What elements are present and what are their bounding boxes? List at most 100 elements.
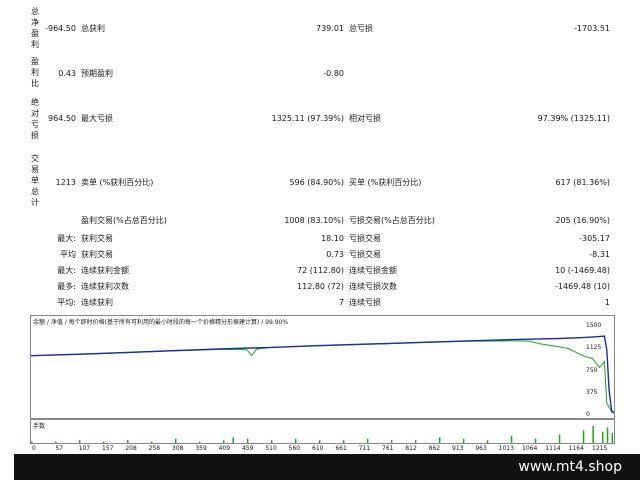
average-loss-value: -8.31 [589,250,610,259]
max-consec-wins-label: 连续获利金额 [81,266,129,275]
x-tick-label: 862 [428,445,441,452]
max-drawdown-value: 1325.11 (97.39%) [271,114,344,123]
x-tick-label: 409 [218,445,231,452]
gross-loss-value: -1703.51 [574,24,610,33]
largest-loss-value: -305.17 [579,234,610,243]
most-consec-prefix: 最多: [57,282,76,291]
volume-bar [342,440,345,443]
volume-bar [462,438,465,444]
long-positions-label: 买单 (%获利百分比) [349,178,422,187]
x-tick-label: 963 [475,445,487,452]
series-line-equity [30,340,615,414]
short-positions-value: 596 (84.90%) [289,178,344,187]
average-profit-value: 0.73 [326,250,344,259]
volume-bar [232,437,234,443]
x-tick-label: 812 [405,445,417,452]
expected-payoff-label: 预期盈利 [81,69,113,78]
x-tick-label: 560 [288,445,301,452]
x-tick-label: 913 [452,445,464,452]
x-tick-label: 761 [382,445,394,452]
volume-bar [611,433,614,443]
series-line-balance [30,335,615,414]
x-tick-label: 510 [265,445,277,452]
volume-bar [582,430,585,444]
average-profit-label: 获利交易 [81,250,113,259]
volume-bar [318,440,321,443]
x-tick-label: 1215 [592,445,608,452]
volume-bar [390,440,393,443]
max-drawdown-label: 最大亏损 [81,114,113,123]
most-consec-losses-value: -1469.48 (10) [555,282,610,291]
balance-equity-chart-svg [30,335,615,414]
x-tick-label: 208 [125,445,137,452]
volume-bar [558,434,561,443]
footer-bar: www.mt4.shop [14,454,640,480]
volume-bar [534,438,537,444]
volume-bar [414,440,417,443]
gross-loss-label: 总亏损 [349,24,373,33]
drawdown-side-label: 绝对亏损 [31,98,39,140]
largest-profit-value: 18.10 [321,234,344,243]
profit-trades-value: 1008 (83.10%) [284,216,344,225]
trades-side-label: 交易单总计 [31,154,39,207]
x-tick-label: 661 [335,445,347,452]
avg-consec-losses-label: 连续亏损 [349,298,381,307]
relative-drawdown-value: 97.39% (1325.11) [537,114,610,123]
volume-bar [222,440,225,443]
volume-bar [486,440,489,443]
max-consec-losses-label: 连续亏损金额 [349,266,397,275]
volume-bar [175,438,177,444]
max-consec-prefix: 最大: [57,266,76,275]
x-tick-label: 57 [55,445,63,452]
expected-payoff-value: -0.80 [323,69,344,78]
loss-trades-value: 205 (16.90%) [555,216,610,225]
volume-bar [438,437,441,443]
absolute-drawdown-value: 964.50 [48,114,76,123]
volume-bar [31,441,33,443]
volume-bar [606,427,609,443]
x-tick-label: 157 [102,445,114,452]
site-watermark[interactable]: www.mt4.shop [518,459,622,475]
x-tick-label: 258 [148,445,161,452]
volume-bar [127,440,129,443]
x-tick-label: 1164 [568,445,584,452]
y-tick-label: 375 [586,388,598,396]
x-tick-label: 1013 [498,445,514,452]
average-loss-label: 亏损交易 [349,250,381,259]
y-tick-label: 1125 [586,344,602,352]
net-profit-side-label: 总净盈利 [31,7,39,49]
most-consec-wins-label: 连续获利次数 [81,282,129,291]
relative-drawdown-label: 相对亏损 [349,114,381,123]
volume-bar [366,438,369,444]
x-tick-label: 107 [78,445,91,452]
profit-trades-label: 盈利交易(%占总百分比) [81,216,167,225]
volume-bar [79,440,81,443]
long-positions-value: 617 (81.36%) [555,178,610,187]
x-tick-label: 610 [312,445,324,452]
avg-consec-prefix: 平均: [57,298,76,307]
max-consec-wins-value: 72 (112.80) [297,266,344,275]
volume-bar [602,431,604,443]
x-tick-label: 1114 [545,445,561,452]
largest-loss-label: 亏损交易 [349,234,381,243]
average-prefix: 平均 [60,250,76,259]
x-tick-label: 0 [32,445,36,452]
gross-profit-label: 总获利 [81,24,105,33]
x-tick-label: 308 [172,445,184,452]
x-axis: 0 57 107 157 208 258 308 359 409 459 510 560 610 661 7… [30,444,630,454]
avg-consec-losses-value: 1 [604,298,610,307]
lots-volume-chart: 手数 [30,419,615,444]
volume-bar [103,441,105,443]
volume-bar [270,440,273,443]
largest-prefix: 最大: [57,234,76,243]
max-consec-losses-value: 10 (-1469.48) [555,266,610,275]
volume-bar [55,441,57,443]
loss-trades-label: 亏损交易(%占总百分比) [349,216,435,225]
chart-legend: 余额 / 净值 / 每个即时价格(基于所有可利用的最小时段的每一个价格精分形振建… [33,319,289,326]
avg-consec-wins-value: 7 [338,298,344,307]
net-profit-value: -964.50 [45,24,76,33]
volume-bar [294,438,297,444]
volume-bar [592,426,594,443]
most-consec-wins-value: 112.80 (72) [297,282,344,291]
volume-label: 手数 [33,423,46,430]
